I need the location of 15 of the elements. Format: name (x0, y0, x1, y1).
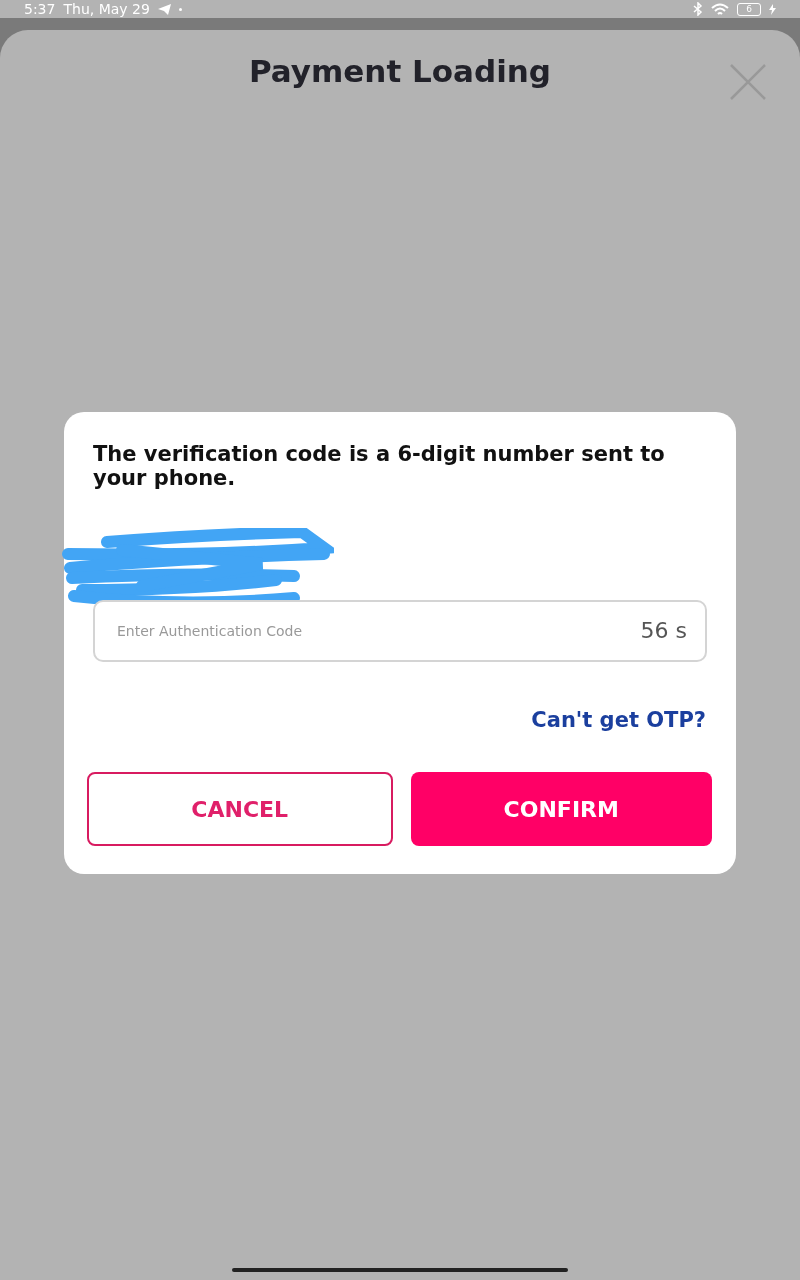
dialog-message: The verification code is a 6-digit number sent to your phone. (93, 442, 666, 490)
bluetooth-icon (693, 2, 703, 16)
wifi-icon (711, 2, 729, 16)
authentication-code-field[interactable]: Enter Authentication Code 56 s (93, 600, 707, 662)
status-time: 5:37 (24, 1, 56, 17)
dot-icon (178, 7, 182, 11)
cant-get-otp-link[interactable]: Can't get OTP? (531, 708, 706, 732)
sheet-title: Payment Loading (248, 53, 552, 89)
cancel-button[interactable]: CANCEL (87, 772, 393, 846)
confirm-button[interactable]: CONFIRM (410, 772, 712, 846)
status-date: Thu, May 29 (63, 1, 150, 17)
battery-icon: 6 (737, 2, 761, 16)
countdown-timer: 56 s (640, 617, 687, 645)
send-icon (157, 3, 171, 15)
close-button[interactable] (728, 62, 768, 102)
